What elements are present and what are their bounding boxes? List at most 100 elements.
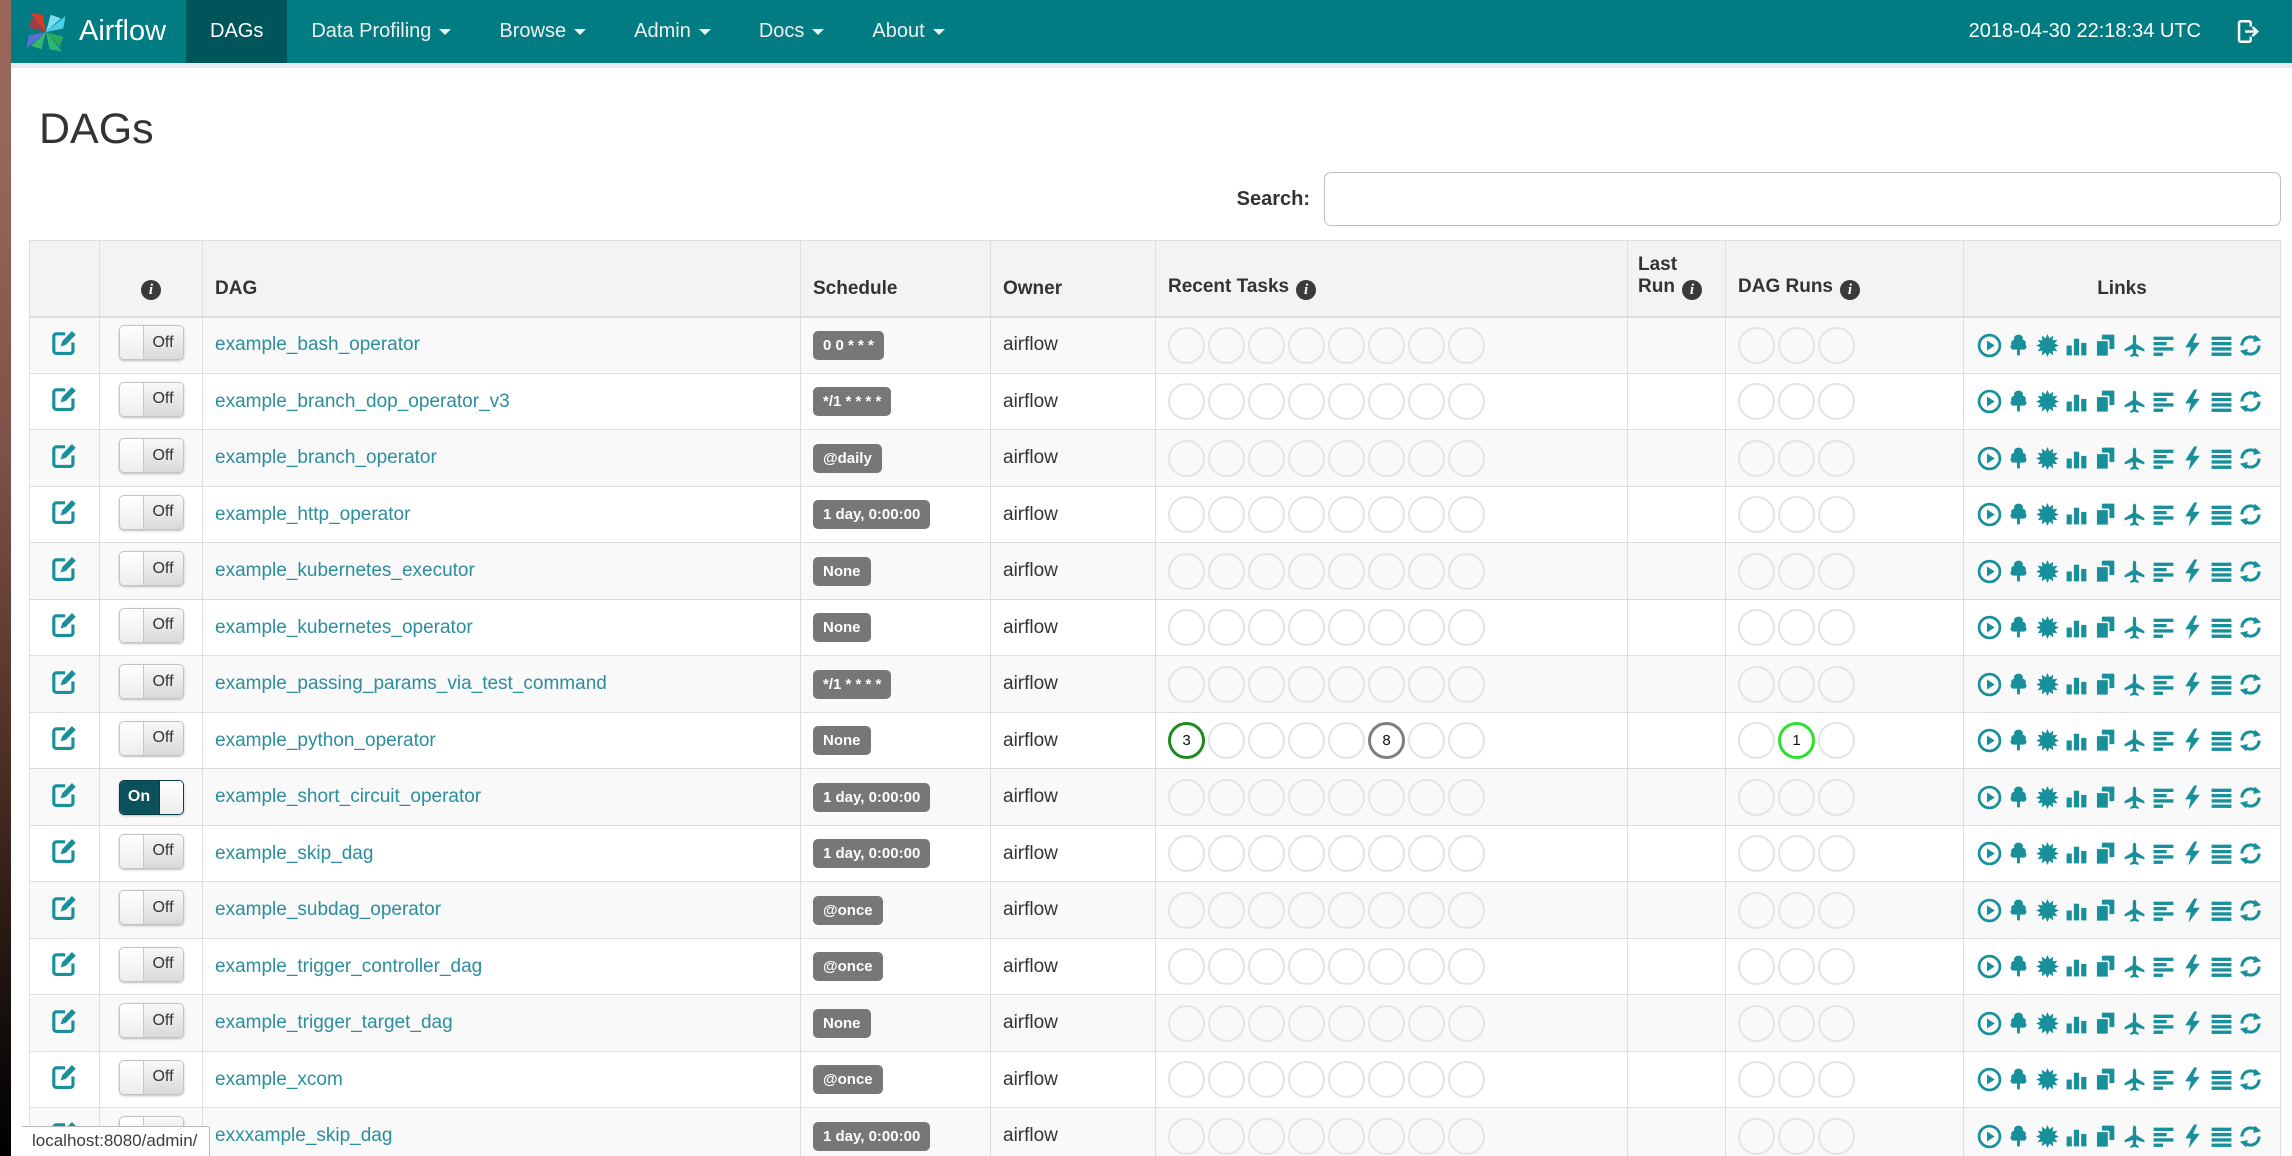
recent-task-circle[interactable] [1288,722,1325,760]
recent-task-circle[interactable] [1168,891,1205,929]
recent-task-circle[interactable] [1448,609,1485,647]
recent-task-circle[interactable] [1448,1061,1485,1099]
landing-times-icon[interactable] [2122,559,2147,584]
dag-run-circle[interactable] [1778,835,1815,873]
dag-run-circle[interactable] [1778,383,1815,421]
recent-task-circle[interactable] [1368,948,1405,986]
recent-task-circle[interactable] [1288,1061,1325,1099]
logs-icon[interactable] [2209,559,2234,584]
nav-item-docs[interactable]: Docs [735,0,849,63]
recent-task-circle[interactable] [1328,1061,1365,1099]
dag-pause-toggle[interactable]: Off [118,833,184,869]
info-icon[interactable]: i [1681,279,1702,300]
dag-run-circle[interactable] [1738,665,1775,703]
recent-task-circle[interactable] [1448,665,1485,703]
trigger-dag-icon[interactable] [1977,615,2002,640]
gantt-view-icon[interactable] [2151,672,2176,697]
logs-icon[interactable] [2209,502,2234,527]
landing-times-icon[interactable] [2122,1067,2147,1092]
recent-task-circle[interactable] [1288,326,1325,364]
landing-times-icon[interactable] [2122,1011,2147,1036]
graph-view-icon[interactable] [2035,672,2060,697]
recent-task-circle[interactable] [1248,439,1285,477]
trigger-dag-icon[interactable] [1977,954,2002,979]
dag-run-circle[interactable] [1818,326,1855,364]
tree-view-icon[interactable] [2006,559,2031,584]
recent-task-circle[interactable] [1368,609,1405,647]
dag-run-circle[interactable] [1818,609,1855,647]
recent-task-circle[interactable] [1248,722,1285,760]
task-tries-icon[interactable] [2093,389,2118,414]
dag-pause-toggle[interactable]: Off [118,438,184,474]
edit-dag-icon[interactable] [51,329,78,356]
logs-icon[interactable] [2209,389,2234,414]
dag-run-circle[interactable] [1818,439,1855,477]
dag-run-circle[interactable] [1738,778,1775,816]
edit-dag-icon[interactable] [51,950,78,977]
dag-link[interactable]: example_kubernetes_executor [215,560,475,581]
recent-task-circle[interactable] [1248,383,1285,421]
dag-run-circle[interactable] [1818,1004,1855,1042]
dag-run-circle[interactable] [1818,722,1855,760]
trigger-dag-icon[interactable] [1977,785,2002,810]
recent-task-circle[interactable] [1248,326,1285,364]
recent-task-circle[interactable] [1168,1004,1205,1042]
edit-dag-icon[interactable] [51,781,78,808]
trigger-dag-icon[interactable] [1977,898,2002,923]
recent-task-circle[interactable] [1208,1117,1245,1155]
tasks-duration-icon[interactable] [2064,785,2089,810]
recent-task-circle[interactable] [1248,948,1285,986]
graph-view-icon[interactable] [2035,333,2060,358]
recent-task-circle[interactable] [1168,439,1205,477]
trigger-dag-icon[interactable] [1977,841,2002,866]
refresh-icon[interactable] [2238,672,2263,697]
gantt-view-icon[interactable] [2151,1011,2176,1036]
tree-view-icon[interactable] [2006,1011,2031,1036]
landing-times-icon[interactable] [2122,954,2147,979]
graph-view-icon[interactable] [2035,446,2060,471]
tree-view-icon[interactable] [2006,728,2031,753]
graph-view-icon[interactable] [2035,728,2060,753]
edit-dag-icon[interactable] [51,1007,78,1034]
tree-view-icon[interactable] [2006,389,2031,414]
dag-run-circle[interactable] [1778,778,1815,816]
logs-icon[interactable] [2209,1011,2234,1036]
graph-view-icon[interactable] [2035,785,2060,810]
task-tries-icon[interactable] [2093,333,2118,358]
recent-task-circle[interactable] [1288,552,1325,590]
tree-view-icon[interactable] [2006,1067,2031,1092]
graph-view-icon[interactable] [2035,559,2060,584]
gantt-view-icon[interactable] [2151,785,2176,810]
dag-pause-toggle[interactable]: Off [118,494,184,530]
landing-times-icon[interactable] [2122,1124,2147,1149]
recent-task-circle[interactable] [1208,1004,1245,1042]
dag-link[interactable]: example_passing_params_via_test_command [215,673,607,694]
graph-view-icon[interactable] [2035,841,2060,866]
recent-task-circle[interactable] [1248,1061,1285,1099]
recent-task-circle[interactable] [1328,1004,1365,1042]
dag-run-circle[interactable] [1818,383,1855,421]
recent-task-circle[interactable] [1168,552,1205,590]
dag-pause-toggle[interactable]: Off [118,1003,184,1039]
refresh-icon[interactable] [2238,1011,2263,1036]
logout-icon[interactable] [2235,18,2262,45]
recent-task-circle[interactable] [1408,948,1445,986]
recent-task-circle[interactable] [1288,439,1325,477]
task-tries-icon[interactable] [2093,615,2118,640]
recent-task-circle[interactable] [1408,722,1445,760]
graph-view-icon[interactable] [2035,1011,2060,1036]
recent-task-circle[interactable] [1448,439,1485,477]
dag-link[interactable]: example_branch_dop_operator_v3 [215,391,510,412]
landing-times-icon[interactable] [2122,446,2147,471]
code-view-icon[interactable] [2180,1067,2205,1092]
task-tries-icon[interactable] [2093,728,2118,753]
recent-task-circle[interactable] [1368,835,1405,873]
recent-task-circle[interactable] [1208,609,1245,647]
gantt-view-icon[interactable] [2151,1067,2176,1092]
dag-link[interactable]: example_http_operator [215,504,410,525]
recent-task-circle[interactable] [1328,439,1365,477]
code-view-icon[interactable] [2180,1011,2205,1036]
graph-view-icon[interactable] [2035,954,2060,979]
code-view-icon[interactable] [2180,841,2205,866]
recent-task-circle[interactable] [1288,496,1325,534]
